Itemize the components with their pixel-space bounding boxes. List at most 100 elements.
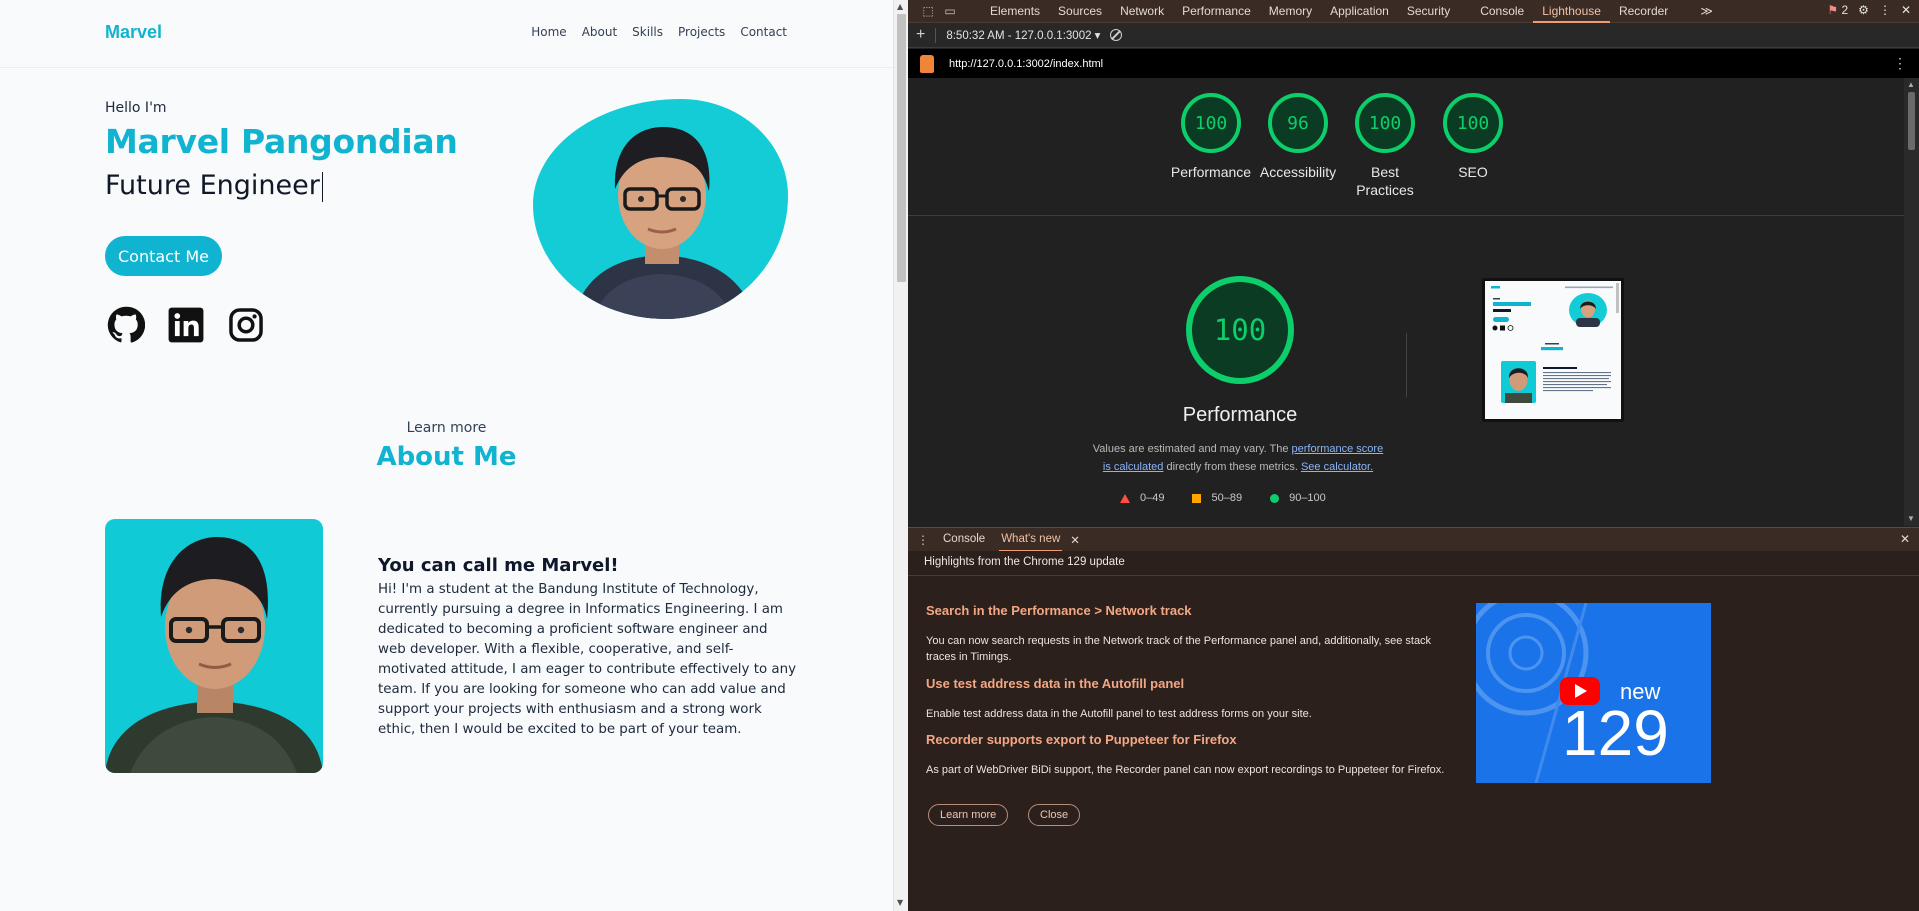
scroll-down-arrow[interactable]: ▼ [1907,514,1915,523]
instagram-icon[interactable] [227,306,265,344]
lighthouse-logo-icon [920,54,934,73]
disclaimer-text: directly from these metrics. [1163,461,1301,473]
linkedin-icon[interactable] [167,306,205,344]
lighthouse-report: 100 Performance 96 Accessibility 100 Bes… [908,78,1904,526]
tab-memory[interactable]: Memory [1260,0,1321,23]
report-url[interactable]: http://127.0.0.1:3002/index.html [949,58,1103,70]
gauge-score: 96 [1268,93,1328,153]
whats-new-item-desc: You can now search requests in the Netwo… [926,635,1432,663]
legend-label: 90–100 [1289,492,1326,504]
gauge-score: 100 [1355,93,1415,153]
scroll-up-arrow[interactable]: ▲ [897,2,903,11]
fail-triangle-icon [1120,493,1130,503]
drawer-tabbar: ⋮ Console What's new ✕ ✕ [908,527,1919,552]
drawer-tab-whats-new[interactable]: What's new [999,528,1063,552]
tab-security[interactable]: Security [1398,0,1459,23]
gauge-best-practices[interactable]: 100 Best Practices [1340,93,1430,199]
gear-icon[interactable]: ⚙ [1858,3,1869,17]
whats-new-item-desc: Enable test address data in the Autofill… [926,708,1312,720]
site-nav-menu: Home About Skills Projects Contact [531,25,787,39]
about-body: Hi! I'm a student at the Bandung Institu… [378,582,797,737]
drawer-tab-console[interactable]: Console [943,528,985,552]
legend-fail: 0–49 [1120,492,1164,504]
see-calculator-link[interactable]: See calculator. [1301,461,1373,473]
devtools-tabbar: ⬚ ▭ Elements Sources Network Performance… [908,0,1919,23]
report-menu-icon[interactable]: ⋮ [1893,55,1907,72]
new-report-icon[interactable]: + [916,26,925,44]
report-selector[interactable]: 8:50:32 AM - 127.0.0.1:3002 ▾ [946,28,1100,42]
toolbar-separator [935,27,937,43]
scroll-down-arrow[interactable]: ▼ [897,898,903,907]
score-legend: 0–49 50–89 90–100 [1120,492,1326,504]
nav-link-skills[interactable]: Skills [632,25,663,39]
gauge-label: Accessibility [1259,164,1337,180]
tab-network[interactable]: Network [1111,0,1173,23]
devtools-panel: ⬚ ▭ Elements Sources Network Performance… [908,0,1919,911]
nav-link-contact[interactable]: Contact [740,25,787,39]
issues-badge[interactable]: ⚑ 2 [1827,3,1848,17]
disclaimer-text: Values are estimated and may vary. The [1092,443,1292,455]
site-brand[interactable]: Marvel [105,22,162,43]
drawer-menu-icon[interactable]: ⋮ [917,533,929,547]
learn-more-button[interactable]: Learn more [928,804,1009,826]
whats-new-item-title[interactable]: Search in the Performance > Network trac… [926,603,1192,618]
close-drawer-icon[interactable]: ✕ [1900,532,1910,546]
scroll-up-arrow[interactable]: ▲ [1907,80,1915,89]
nav-link-about[interactable]: About [582,25,617,39]
nav-link-home[interactable]: Home [531,25,566,39]
typing-caret [321,171,323,202]
hero-role-text: Future Engineer [105,170,320,201]
close-tab-icon[interactable]: ✕ [1070,533,1080,547]
average-square-icon [1192,493,1202,503]
hero-name: Marvel Pangondian [105,122,458,161]
tab-application[interactable]: Application [1321,0,1398,23]
inspect-element-icon[interactable]: ⬚ [920,4,936,18]
final-screenshot-thumbnail[interactable] [1482,278,1624,422]
tab-sources[interactable]: Sources [1049,0,1111,23]
gauge-accessibility[interactable]: 96 Accessibility [1253,93,1343,181]
whats-new-header: Highlights from the Chrome 129 update [908,551,1919,576]
gauge-seo[interactable]: 100 SEO [1428,93,1518,181]
lighthouse-toolbar: + 8:50:32 AM - 127.0.0.1:3002 ▾ [908,23,1919,48]
gauge-score: 100 [1181,93,1241,153]
github-icon[interactable] [107,306,146,344]
more-tabs-button[interactable]: ≫ [1691,0,1722,23]
page-scrollbar-thumb[interactable] [897,14,906,282]
close-devtools-icon[interactable]: ✕ [1901,3,1911,17]
kebab-menu-icon[interactable]: ⋮ [1879,3,1891,17]
tab-elements[interactable]: Elements [981,0,1049,23]
tab-lighthouse[interactable]: Lighthouse [1533,0,1610,23]
score-disclaimer: Values are estimated and may vary. The p… [1088,440,1388,476]
hero-profile-photo [533,99,788,319]
portfolio-page: Marvel Home About Skills Projects Contac… [0,0,893,911]
site-navbar: Marvel Home About Skills Projects Contac… [0,0,893,68]
device-toolbar-icon[interactable]: ▭ [942,4,958,18]
gauge-label: SEO [1458,164,1488,180]
gauge-score: 100 [1443,93,1503,153]
report-scrollbar[interactable]: ▲ ▼ [1904,78,1919,526]
whats-new-item-desc: As part of WebDriver BiDi support, the R… [926,764,1445,776]
gauge-label: Performance [1170,164,1252,180]
gauge-label: Best Practices [1356,164,1414,198]
tab-recorder[interactable]: Recorder [1610,0,1677,23]
contact-me-button[interactable]: Contact Me [105,236,222,276]
legend-average: 50–89 [1192,492,1242,504]
report-scrollbar-thumb[interactable] [1908,92,1915,150]
nav-link-projects[interactable]: Projects [678,25,725,39]
clear-reports-icon[interactable] [1110,29,1123,41]
page-scrollbar[interactable]: ▲ ▼ [893,0,908,911]
video-version: 129 [1562,697,1669,769]
devtools-tabs: Elements Sources Network Performance Mem… [981,0,1722,23]
close-whats-new-button[interactable]: Close [1028,804,1081,826]
gauge-performance[interactable]: 100 Performance [1166,93,1256,181]
performance-main-label: Performance [1182,404,1298,426]
about-title: About Me [376,442,517,472]
report-url-bar: http://127.0.0.1:3002/index.html ⋮ [908,49,1919,78]
whats-new-item-title[interactable]: Use test address data in the Autofill pa… [926,676,1184,691]
tab-performance[interactable]: Performance [1173,0,1260,23]
tab-console[interactable]: Console [1471,0,1533,23]
performance-main-gauge: 100 [1186,276,1294,384]
whats-new-panel: Highlights from the Chrome 129 update Se… [908,551,1919,911]
whats-new-item-title[interactable]: Recorder supports export to Puppeteer fo… [926,732,1237,747]
whats-new-video-thumbnail[interactable]: new 129 [1476,603,1711,783]
